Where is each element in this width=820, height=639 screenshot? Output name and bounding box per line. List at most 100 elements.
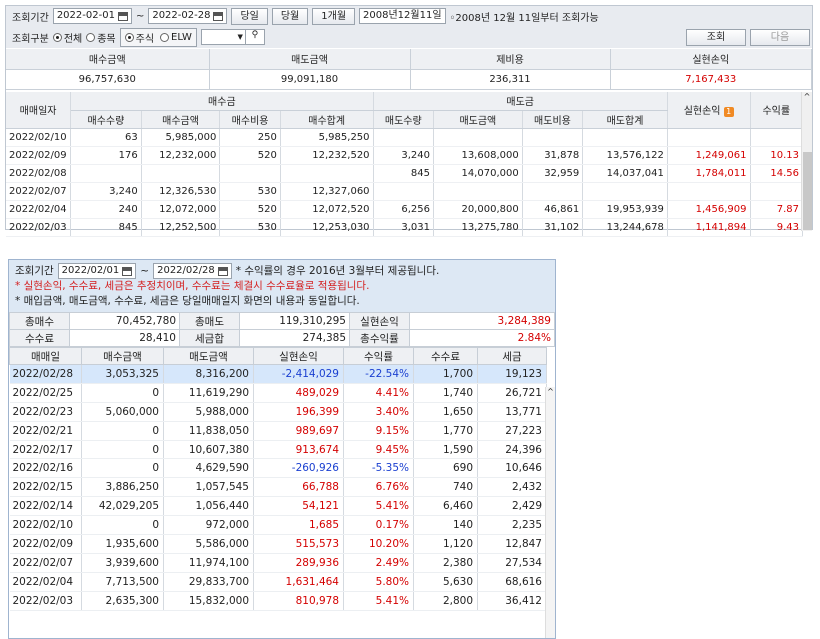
radio-item[interactable]: 종목 (86, 30, 116, 45)
sell-total-label: 총매도 (179, 312, 240, 330)
one-month-button[interactable]: 1개월 (312, 7, 356, 25)
table-row[interactable]: 2022/02/23 5,060,000 5,988,000 196,399 3.40%… (9, 402, 547, 422)
today-button[interactable]: 당일 (231, 7, 268, 25)
table-cell: 36,412 (477, 591, 547, 611)
table-cell: 3,053,325 (81, 364, 164, 384)
vertical-scrollbar[interactable]: ^ (801, 92, 812, 231)
table-cell: 0 (81, 421, 164, 441)
col-date: 매매일자 (6, 92, 72, 129)
table-cell: 1,770 (413, 421, 478, 441)
search-icon[interactable]: ⚲ (244, 29, 265, 45)
table-cell: 530 (219, 182, 281, 201)
calendar-icon[interactable] (122, 266, 133, 276)
date-from-input[interactable]: 2022/02/01 (57, 263, 137, 279)
table-row[interactable]: 2022/02/25 0 11,619,290 489,029 4.41% 1,740 26… (9, 383, 547, 403)
table-row[interactable]: 2022/02/10 0 972,000 1,685 0.17% 140 2,235 (9, 515, 547, 536)
table-row[interactable]: 2022/02/10 63 5,985,000 250 5,985,250 (6, 128, 804, 147)
table-cell: 489,029 (253, 383, 344, 403)
calendar-icon[interactable] (213, 11, 224, 21)
note-estimate: * 실현손익, 수수료, 세금은 추정치이며, 수수료는 체결시 수수료율로 적… (15, 280, 370, 292)
calendar-icon[interactable] (217, 266, 228, 276)
table-cell: 0.17% (343, 515, 414, 536)
table-cell: 2022/02/08 (6, 164, 72, 183)
table-cell: 7,713,500 (81, 572, 164, 592)
chevron-up-icon[interactable]: ^ (547, 387, 554, 396)
col-pnl[interactable]: 실현손익 1 (667, 92, 751, 129)
table-cell: 2.49% (343, 553, 414, 573)
table-cell: 13,275,780 (433, 218, 523, 237)
table-row[interactable]: 2022/02/16 0 4,629,590 -260,926 -5.35% 690 10,… (9, 458, 547, 479)
table-cell: 530 (219, 218, 281, 237)
table-cell (522, 182, 584, 201)
table-row[interactable]: 2022/02/04 240 12,072,000 520 12,072,520 6,25… (6, 200, 804, 219)
item-code-dropdown[interactable]: ▼ (200, 29, 246, 45)
summary-header: 실현손익 (610, 49, 812, 70)
table-cell: 2022/02/28 (9, 364, 82, 384)
table-cell: 2022/02/07 (9, 553, 82, 573)
table-row[interactable]: 2022/02/07 3,240 12,326,530 530 12,327,060 (6, 182, 804, 201)
fee-label: 수수료 (9, 329, 70, 347)
table-cell: 196,399 (253, 402, 344, 422)
table-cell: 1,631,464 (253, 572, 344, 592)
table-row[interactable]: 2022/02/09 1,935,600 5,586,000 515,573 10.20… (9, 534, 547, 554)
table-cell: 1,740 (413, 383, 478, 403)
table-cell (280, 164, 374, 183)
table-row[interactable]: 2022/02/14 42,029,205 1,056,440 54,121 5.41%… (9, 496, 547, 517)
vertical-scrollbar[interactable]: ^ (545, 387, 555, 638)
table-cell: 66,788 (253, 477, 344, 498)
radio-all[interactable]: 전체 (52, 30, 82, 45)
calendar-icon[interactable] (117, 11, 128, 21)
chevron-down-icon: ▼ (237, 33, 243, 41)
date-to-input[interactable]: 2022/02/28 (153, 263, 232, 279)
table-row[interactable]: 2022/02/03 2,635,300 15,832,000 810,978 5.41… (9, 591, 547, 611)
col-rate: 수익률 (750, 92, 804, 129)
table-cell: 19,123 (477, 364, 547, 384)
radio-stock[interactable]: 주식 (124, 30, 154, 45)
table-cell: 12,232,000 (141, 146, 221, 165)
table-cell: 27,534 (477, 553, 547, 573)
table-cell: 845 (373, 164, 435, 183)
table-row[interactable]: 2022/02/03 845 12,252,500 530 12,253,030 3,03… (6, 218, 804, 237)
table-row[interactable]: 2022/02/21 0 11,838,050 989,697 9.15% 1,770 27… (9, 421, 547, 441)
table-cell: 63 (70, 128, 142, 147)
date-from-input[interactable]: 2022-02-01 (52, 8, 132, 24)
table-row[interactable]: 2022/02/28 3,053,325 8,316,200 -2,414,029 -2… (9, 364, 547, 384)
table-row[interactable]: 2022/02/17 0 10,607,380 913,674 9.45% 1,590 24… (9, 440, 547, 460)
query-button[interactable]: 조회 (686, 28, 746, 46)
table-cell: 2022/02/09 (9, 534, 82, 554)
table-cell: 5.41% (343, 591, 414, 611)
daily-pnl-panel: 조회기간 2022-02-01 ~ 2022-02-28 당일 당월 1개월 2… (5, 5, 813, 237)
table-cell: 7.87 (750, 200, 804, 219)
type-label: 조회구분 (12, 33, 49, 45)
col-fee: 수수료 (413, 347, 478, 365)
table-cell: 5,985,000 (141, 128, 221, 147)
info-badge-icon: 1 (723, 107, 734, 118)
trade-journal-panel: 조회기간 2022/02/01 ~ 2022/02/28 * 수익률의 경우 2… (8, 259, 556, 639)
summary-header: 매도금액 (209, 49, 411, 70)
table-cell: 240 (70, 200, 142, 219)
table-cell: 19,953,939 (582, 200, 668, 219)
table-cell (750, 128, 804, 147)
table-cell: 31,102 (522, 218, 584, 237)
subcol: 매도수량 (373, 110, 435, 129)
table-row[interactable]: 2022/02/04 7,713,500 29,833,700 1,631,464 5.… (9, 572, 547, 592)
table-row[interactable]: 2022/02/08 845 14,070,000 32,959 14,037,041 1… (6, 164, 804, 183)
scroll-thumb[interactable] (803, 152, 812, 230)
subcol: 매도합계 (582, 110, 668, 129)
date-to-input[interactable]: 2022-02-28 (148, 8, 228, 24)
table-cell: 3.40% (343, 402, 414, 422)
table-cell: 176 (70, 146, 142, 165)
this-month-button[interactable]: 당월 (271, 7, 309, 25)
chevron-up-icon[interactable]: ^ (802, 92, 812, 101)
table-cell: 12,326,530 (141, 182, 221, 201)
summary-header: 제비용 (410, 49, 611, 70)
table-cell: 2022/02/04 (9, 572, 82, 592)
table-cell: 9.43 (750, 218, 804, 237)
table-cell: 2022/02/07 (6, 182, 72, 201)
table-row[interactable]: 2022/02/09 176 12,232,000 520 12,232,520 3,24… (6, 146, 804, 165)
next-button[interactable]: 다음 (750, 28, 810, 46)
table-row[interactable]: 2022/02/15 3,886,250 1,057,545 66,788 6.76% 7… (9, 477, 547, 498)
table-row[interactable]: 2022/02/07 3,939,600 11,974,100 289,936 2.49… (9, 553, 547, 573)
radio-elw[interactable]: ELW (160, 30, 192, 45)
journal-summary: 총매수 70,452,780 총매도 119,310,295 실현손익 3,28… (9, 312, 555, 347)
